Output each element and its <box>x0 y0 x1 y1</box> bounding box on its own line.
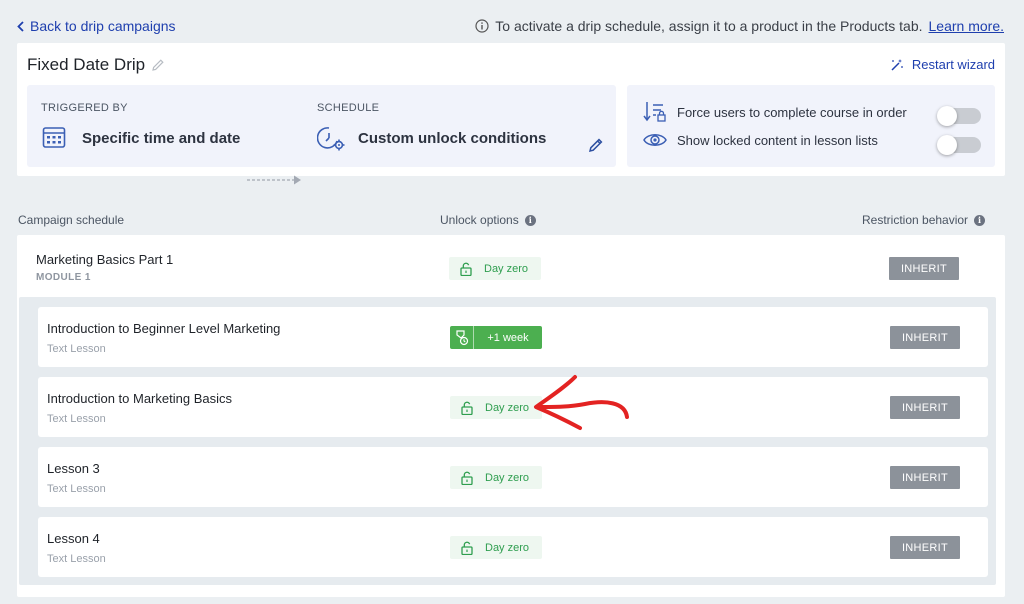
col-campaign-schedule: Campaign schedule <box>18 213 124 227</box>
lesson-restriction-button[interactable]: INHERIT <box>890 466 960 489</box>
show-locked-toggle[interactable] <box>937 135 981 155</box>
lesson-unlock-pill[interactable]: Day zero <box>450 466 542 489</box>
info-icon[interactable]: i <box>524 214 536 226</box>
campaign-title: Fixed Date Drip <box>27 55 146 74</box>
module-unlock-pill[interactable]: Day zero <box>449 257 541 280</box>
drip-settings-panel: Force users to complete course in order … <box>627 85 995 167</box>
col-unlock-options: Unlock options i <box>440 213 536 227</box>
module-restriction-button[interactable]: INHERIT <box>889 257 959 280</box>
module-title: Marketing Basics Part 1 <box>36 252 174 267</box>
lesson-row: Lesson 3 Text Lesson Day zero INHERIT <box>38 447 988 507</box>
toggle-knob <box>937 135 957 155</box>
unlock-icon <box>460 262 472 276</box>
top-bar: Back to drip campaigns To activate a dri… <box>0 0 1024 44</box>
lesson-title: Lesson 3 <box>47 461 100 476</box>
col-campaign-schedule-label: Campaign schedule <box>18 213 125 227</box>
back-to-campaigns-link[interactable]: Back to drip campaigns <box>17 18 176 34</box>
trigger-schedule-panel: TRIGGERED BY Specific time and date SCHE… <box>27 85 616 185</box>
edit-title-pencil-icon[interactable] <box>151 58 165 72</box>
schedule-value: Custom unlock conditions <box>358 130 547 147</box>
learn-more-link[interactable]: Learn more. <box>929 18 1004 34</box>
show-locked-setting: Show locked content in lesson lists <box>643 131 878 149</box>
restart-wizard-label: Restart wizard <box>911 57 995 72</box>
campaign-schedule-card: Marketing Basics Part 1 MODULE 1 Day zer… <box>17 235 1005 597</box>
force-order-label: Force users to complete course in order <box>677 104 907 120</box>
lesson-type: Text Lesson <box>47 413 106 425</box>
unlock-icon <box>461 471 473 485</box>
lesson-restriction-button[interactable]: INHERIT <box>890 536 960 559</box>
magic-wand-icon <box>891 58 903 71</box>
delay-icon <box>450 326 474 349</box>
lesson-restriction-button[interactable]: INHERIT <box>890 326 960 349</box>
chevron-left-icon <box>17 20 24 32</box>
info-icon <box>475 19 489 33</box>
triggered-by-value: Specific time and date <box>82 130 241 147</box>
lesson-title: Introduction to Marketing Basics <box>47 391 232 406</box>
module-subtitle: MODULE 1 <box>36 272 91 283</box>
lesson-unlock-pill[interactable]: +1 week <box>450 326 542 349</box>
unlock-icon <box>461 541 473 555</box>
lesson-unlock-label: +1 week <box>487 331 529 344</box>
restart-wizard-button[interactable]: Restart wizard <box>890 57 995 72</box>
col-unlock-options-label: Unlock options <box>440 213 519 227</box>
back-link-label: Back to drip campaigns <box>30 18 176 34</box>
module-unlock-label: Day zero <box>484 262 529 275</box>
edit-schedule-pencil-icon[interactable] <box>588 137 604 153</box>
lesson-title: Lesson 4 <box>47 531 100 546</box>
lesson-unlock-label: Day zero <box>485 471 530 484</box>
toggle-knob <box>937 106 957 126</box>
lesson-type: Text Lesson <box>47 483 106 495</box>
unlock-icon <box>461 401 473 415</box>
triggered-by-caption: TRIGGERED BY <box>41 102 128 114</box>
activation-notice: To activate a drip schedule, assign it t… <box>475 18 1004 34</box>
lesson-restriction-button[interactable]: INHERIT <box>890 396 960 419</box>
calendar-icon <box>42 127 66 148</box>
lesson-type: Text Lesson <box>47 343 106 355</box>
lesson-unlock-label: Day zero <box>485 541 530 554</box>
lesson-list: Introduction to Beginner Level Marketing… <box>19 297 996 585</box>
lesson-unlock-pill[interactable]: Day zero <box>450 396 542 419</box>
col-restriction-behavior: Restriction behavior i <box>862 213 986 227</box>
campaign-header-card: Fixed Date Drip Restart wizard TRIGGERED… <box>17 43 1005 185</box>
lesson-unlock-pill[interactable]: Day zero <box>450 536 542 559</box>
lesson-type: Text Lesson <box>47 553 106 565</box>
schedule-caption: SCHEDULE <box>317 102 380 114</box>
lesson-title: Introduction to Beginner Level Marketing <box>47 321 281 336</box>
force-order-toggle[interactable] <box>937 106 981 126</box>
sort-lock-icon <box>643 102 666 122</box>
lesson-row: Introduction to Beginner Level Marketing… <box>38 307 988 367</box>
notice-text: To activate a drip schedule, assign it t… <box>495 18 923 34</box>
eye-icon <box>643 134 667 146</box>
lesson-row: Lesson 4 Text Lesson Day zero INHERIT <box>38 517 988 577</box>
arrow-right-icon <box>247 175 301 185</box>
col-restriction-label: Restriction behavior <box>862 213 969 227</box>
clock-gear-icon <box>317 127 345 151</box>
force-order-setting: Force users to complete course in order <box>643 101 907 123</box>
info-icon[interactable]: i <box>974 214 986 226</box>
lesson-unlock-label: Day zero <box>485 401 530 414</box>
lesson-row: Introduction to Marketing Basics Text Le… <box>38 377 988 437</box>
show-locked-label: Show locked content in lesson lists <box>677 132 878 148</box>
